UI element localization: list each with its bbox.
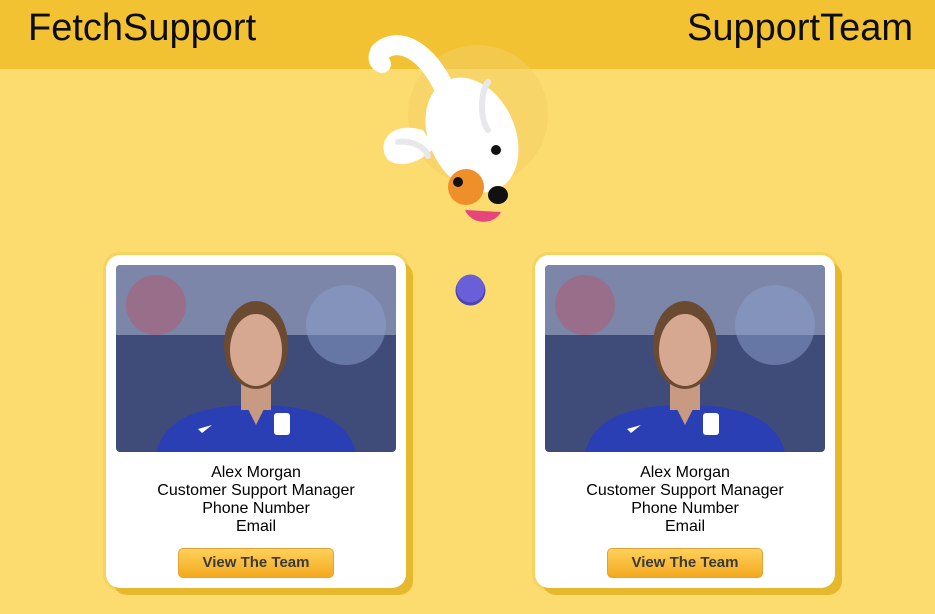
member-email: Email — [664, 518, 705, 535]
member-details: Alex Morgan Customer Support Manager Pho… — [106, 464, 406, 536]
ball-icon[interactable] — [454, 273, 487, 306]
dog-mascot-icon — [368, 35, 548, 222]
player-photo — [545, 265, 825, 452]
member-phone: Phone Number — [631, 500, 739, 517]
team-member-card: Alex Morgan Customer Support Manager Pho… — [535, 255, 835, 588]
member-role: Customer Support Manager — [586, 482, 784, 499]
page-title: SupportTeam — [686, 7, 913, 49]
view-team-button[interactable]: View The Team — [607, 548, 763, 578]
member-name: Alex Morgan — [640, 464, 730, 481]
player-photo — [116, 265, 396, 452]
team-member-card: Alex Morgan Customer Support Manager Pho… — [106, 255, 406, 588]
member-role: Customer Support Manager — [157, 482, 355, 499]
member-phone: Phone Number — [202, 500, 310, 517]
member-name: Alex Morgan — [211, 464, 301, 481]
brand-logo-text[interactable]: FetchSupport — [28, 6, 256, 50]
member-email: Email — [235, 518, 276, 535]
member-details: Alex Morgan Customer Support Manager Pho… — [535, 464, 835, 536]
view-team-button[interactable]: View The Team — [178, 548, 334, 578]
